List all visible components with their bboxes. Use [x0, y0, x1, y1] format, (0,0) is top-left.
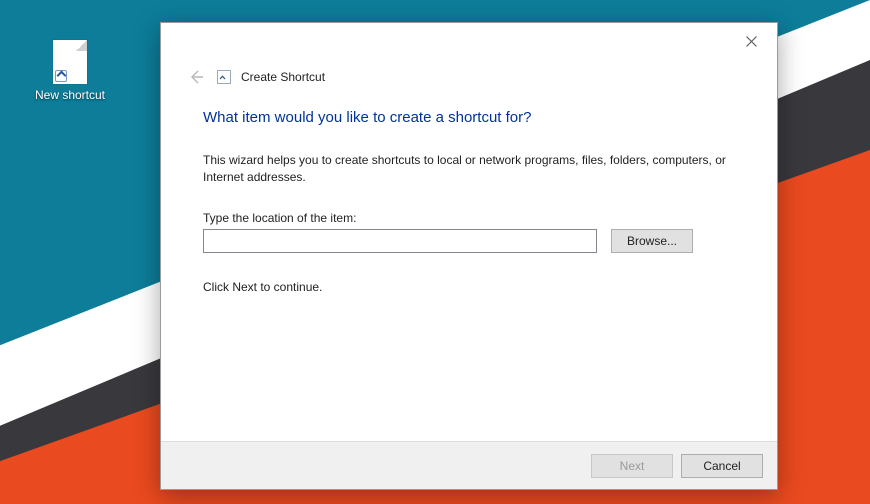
- dialog-titlebar: [161, 23, 777, 59]
- close-icon: [746, 36, 757, 47]
- shortcut-small-icon: [217, 70, 231, 84]
- location-label: Type the location of the item:: [203, 211, 735, 225]
- browse-button[interactable]: Browse...: [611, 229, 693, 253]
- cancel-button[interactable]: Cancel: [681, 454, 763, 478]
- next-button: Next: [591, 454, 673, 478]
- desktop-shortcut-icon[interactable]: New shortcut: [30, 40, 110, 102]
- dialog-footer: Next Cancel: [161, 441, 777, 489]
- location-input[interactable]: [203, 229, 597, 253]
- continue-hint: Click Next to continue.: [203, 279, 735, 296]
- dialog-header: Create Shortcut: [161, 59, 777, 91]
- shortcut-file-icon: [53, 40, 87, 84]
- create-shortcut-dialog: Create Shortcut What item would you like…: [160, 22, 778, 490]
- back-arrow-icon: [188, 69, 204, 85]
- dialog-title: Create Shortcut: [241, 70, 325, 84]
- location-row: Browse...: [203, 229, 735, 253]
- dialog-body: What item would you like to create a sho…: [161, 91, 777, 441]
- close-button[interactable]: [731, 27, 771, 55]
- dialog-heading: What item would you like to create a sho…: [203, 109, 735, 126]
- back-button: [185, 66, 207, 88]
- desktop-icon-label: New shortcut: [30, 88, 110, 102]
- dialog-description: This wizard helps you to create shortcut…: [203, 152, 735, 187]
- shortcut-overlay-arrow-icon: [55, 70, 67, 82]
